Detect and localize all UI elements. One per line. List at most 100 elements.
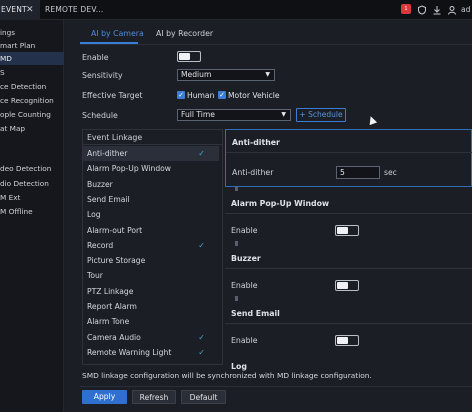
schedule-value: Full Time [181,110,215,119]
linkage-item[interactable]: Tour [83,268,219,283]
nav-item-s[interactable]: S [0,66,64,79]
linkage-item-label: Alarm-out Port [87,225,143,235]
schedule-label: Schedule [82,111,118,120]
linkage-item[interactable]: Log [83,207,219,222]
shield-icon[interactable] [417,5,427,15]
user-name[interactable]: ad [461,0,470,20]
linkage-item[interactable]: Report Alarm [83,299,219,314]
chevron-down-icon: ▼ [265,71,270,78]
toggle-knob [179,53,190,60]
sensitivity-value: Medium [181,70,212,79]
buzzer-toggle[interactable] [335,280,359,291]
linkage-item-label: PTZ Linkage [87,286,134,296]
effective-target-label: Effective Target [82,91,143,100]
sensitivity-label: Sensitivity [82,71,123,80]
send-email-toggle[interactable] [335,335,359,346]
nav-item-face-recognition[interactable]: ce Recognition [0,94,64,107]
buzzer-card: Buzzer Enable [225,246,472,296]
checkmark-icon: ✓ [198,332,205,342]
sensitivity-select[interactable]: Medium ▼ [177,69,275,81]
linkage-item-label: Buzzer [87,179,113,189]
anti-dither-card: Anti-dither Anti-dither 5 sec [225,129,472,187]
anti-dither-input[interactable]: 5 [336,166,380,179]
enable-toggle[interactable] [177,51,201,62]
checkmark-icon: ✓ [198,347,205,357]
divider [80,386,472,387]
apply-button[interactable]: Apply [82,390,127,404]
divider [225,323,472,324]
notification-icon[interactable]: 1 [401,4,411,14]
chevron-down-icon: ▼ [281,111,286,118]
linkage-item-label: Record [87,240,114,250]
nav-item-alarm-ext[interactable]: M Ext [0,191,64,204]
anti-dither-label: Anti-dither [232,168,274,177]
linkage-item[interactable]: PTZ Linkage [83,284,219,299]
schedule-select[interactable]: Full Time ▼ [177,109,291,121]
send-email-enable-label: Enable [231,336,258,345]
alarm-popup-toggle[interactable] [335,225,359,236]
linkage-item-label: Camera Audio [87,332,141,342]
refresh-button[interactable]: Refresh [132,390,176,404]
linkage-item[interactable]: Record ✓ [83,238,219,253]
tab-event[interactable]: EVENT ✕ [0,0,40,20]
toggle-knob [337,337,348,344]
divider [226,152,472,153]
nav-item-people-counting[interactable]: ople Counting [0,108,64,121]
user-icon[interactable] [447,5,457,15]
download-icon[interactable] [432,5,442,15]
toggle-knob [337,227,348,234]
motor-vehicle-label: Motor Vehicle [228,91,280,100]
enable-label: Enable [82,53,109,62]
linkage-item[interactable]: Alarm Pop-Up Window [83,161,219,176]
nav-item-video-detection[interactable]: deo Detection [0,162,64,175]
buzzer-enable-label: Enable [231,281,258,290]
linkage-item[interactable]: Picture Storage [83,253,219,268]
linkage-item-label: Alarm Pop-Up Window [87,164,172,174]
divider [225,213,472,214]
motor-vehicle-checkbox[interactable]: ✓ [218,91,226,99]
checkmark-icon: ✓ [198,240,205,250]
linkage-item-label: Log [87,210,101,220]
default-button[interactable]: Default [181,390,226,404]
anti-dither-title: Anti-dither [232,138,280,147]
linkage-item[interactable]: Remote Warning Light ✓ [83,345,219,360]
nav-item-settings: ings [0,28,16,37]
send-email-title: Send Email [231,309,280,318]
human-checkbox[interactable]: ✓ [177,91,185,99]
linkage-item-label: Alarm Tone [87,317,130,327]
nav-item-face-detection[interactable]: ce Detection [0,80,64,93]
top-bar: EVENT ✕ REMOTE DEV... 1 ad [0,0,472,20]
alarm-popup-enable-label: Enable [231,226,258,235]
divider [225,268,472,269]
linkage-item[interactable]: Anti-dither ✓ [83,146,219,161]
linkage-item[interactable]: Buzzer [83,177,219,192]
close-icon[interactable]: ✕ [26,0,34,20]
tab-remote-device[interactable]: REMOTE DEV... [45,0,103,20]
linkage-item[interactable]: Camera Audio ✓ [83,330,219,345]
log-title: Log [231,362,247,371]
subtab-ai-by-camera[interactable]: AI by Camera [91,26,144,42]
add-schedule-button[interactable]: + Schedule [296,108,346,122]
linkage-item[interactable]: Alarm-out Port [83,223,219,238]
mouse-cursor-icon [366,114,378,126]
linkage-item[interactable]: Send Email [83,192,219,207]
subtab-ai-by-recorder[interactable]: AI by Recorder [156,26,213,42]
nav-item-smd[interactable]: MD [0,52,64,65]
main-panel: AI by Camera AI by Recorder Enable Sensi… [65,20,472,412]
nav-item-alarm-offline[interactable]: M Offline [0,205,64,218]
linkage-item-label: Send Email [87,194,130,204]
send-email-card: Send Email Enable [225,301,472,351]
linkage-item-label: Report Alarm [87,302,137,311]
nav-item-smart-plan[interactable]: mart Plan [0,39,64,52]
linkage-item-label: Remote Warning Light [87,347,172,357]
alarm-popup-card: Alarm Pop-Up Window Enable [225,191,472,241]
tab-event-label: EVENT [1,5,27,14]
linkage-item[interactable]: Alarm Tone [83,314,219,329]
linkage-item-label: Picture Storage [87,256,146,266]
alarm-popup-title: Alarm Pop-Up Window [231,199,330,208]
linkage-config-panel: Anti-dither Anti-dither 5 sec Alarm Pop-… [225,129,472,389]
event-linkage-header: Event Linkage [83,130,222,145]
checkmark-icon: ✓ [198,149,205,158]
nav-item-audio-detection[interactable]: dio Detection [0,177,64,190]
nav-item-heat-map[interactable]: at Map [0,122,64,135]
